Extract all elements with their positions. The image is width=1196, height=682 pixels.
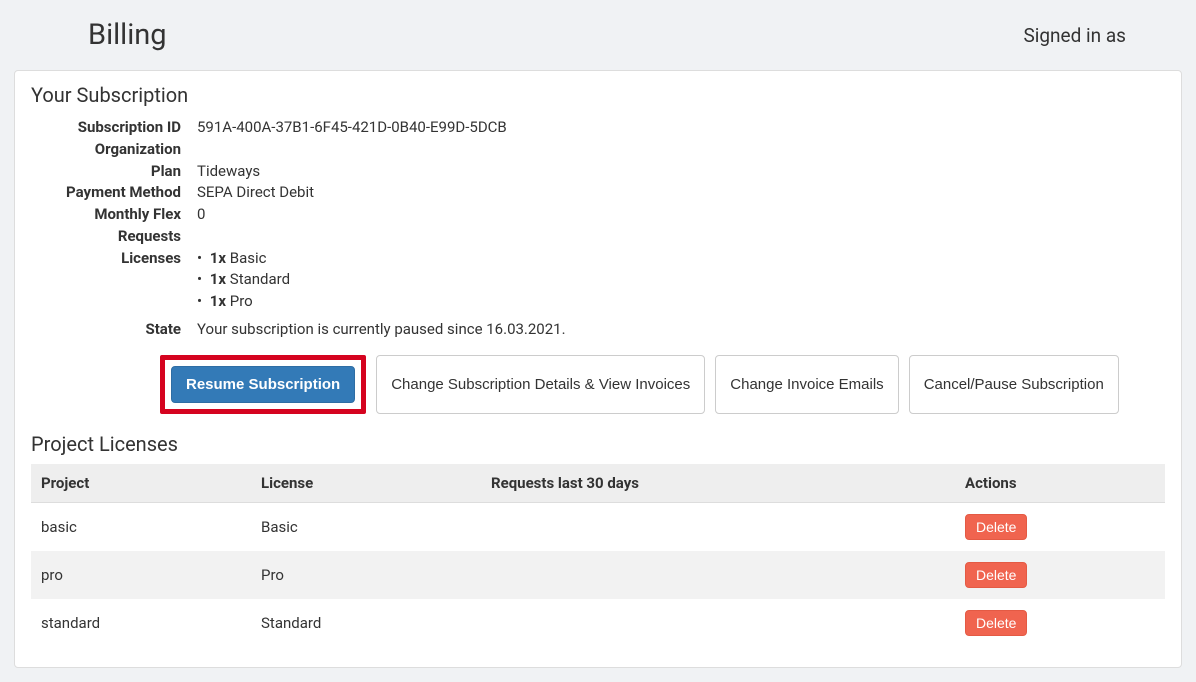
- col-actions: Actions: [955, 464, 1165, 503]
- license-item: 1x Pro: [197, 291, 1165, 313]
- cell-project: basic: [31, 502, 251, 551]
- label-state: State: [31, 319, 197, 341]
- project-licenses-table: Project License Requests last 30 days Ac…: [31, 464, 1165, 647]
- license-qty: 1x: [210, 270, 226, 288]
- cell-requests: [481, 551, 955, 599]
- cell-license: Pro: [251, 551, 481, 599]
- label-organization: Organization: [31, 139, 197, 161]
- subscription-actions: Resume Subscription Change Subscription …: [171, 355, 1165, 414]
- license-item: 1x Standard: [197, 269, 1165, 291]
- licenses-list: 1x Basic 1x Standard 1x Pro: [197, 248, 1165, 313]
- col-license: License: [251, 464, 481, 503]
- label-plan: Plan: [31, 161, 197, 183]
- resume-highlight: Resume Subscription: [160, 355, 366, 414]
- col-project: Project: [31, 464, 251, 503]
- license-qty: 1x: [210, 292, 226, 310]
- signed-in-label: Signed in as: [1023, 24, 1126, 47]
- delete-button[interactable]: Delete: [965, 514, 1027, 540]
- table-row: pro Pro Delete: [31, 551, 1165, 599]
- value-payment-method: SEPA Direct Debit: [197, 182, 1165, 204]
- value-state: Your subscription is currently paused si…: [197, 319, 1165, 341]
- cell-project: pro: [31, 551, 251, 599]
- subscription-meta: Subscription ID 591A-400A-37B1-6F45-421D…: [31, 117, 1165, 341]
- subscription-panel: Your Subscription Subscription ID 591A-4…: [14, 70, 1182, 668]
- cell-requests: [481, 502, 955, 551]
- license-item: 1x Basic: [197, 248, 1165, 270]
- subscription-section-title: Your Subscription: [31, 83, 1165, 107]
- license-qty: 1x: [210, 249, 226, 267]
- label-licenses: Licenses: [31, 248, 197, 270]
- license-name: Pro: [230, 292, 253, 310]
- table-row: basic Basic Delete: [31, 502, 1165, 551]
- change-subscription-details-button[interactable]: Change Subscription Details & View Invoi…: [376, 355, 705, 414]
- cell-project: standard: [31, 599, 251, 647]
- resume-subscription-button[interactable]: Resume Subscription: [171, 366, 355, 403]
- license-name: Basic: [230, 249, 267, 267]
- col-requests: Requests last 30 days: [481, 464, 955, 503]
- value-subscription-id: 591A-400A-37B1-6F45-421D-0B40-E99D-5DCB: [197, 117, 1165, 139]
- delete-button[interactable]: Delete: [965, 562, 1027, 588]
- cell-requests: [481, 599, 955, 647]
- page-title: Billing: [88, 18, 167, 52]
- delete-button[interactable]: Delete: [965, 610, 1027, 636]
- label-monthly-flex: Monthly Flex Requests: [31, 204, 197, 248]
- cancel-pause-subscription-button[interactable]: Cancel/Pause Subscription: [909, 355, 1119, 414]
- cell-license: Standard: [251, 599, 481, 647]
- cell-license: Basic: [251, 502, 481, 551]
- table-row: standard Standard Delete: [31, 599, 1165, 647]
- project-licenses-title: Project Licenses: [31, 432, 1165, 456]
- value-monthly-flex: 0: [197, 204, 1165, 226]
- label-payment-method: Payment Method: [31, 182, 197, 204]
- license-name: Standard: [230, 270, 290, 288]
- change-invoice-emails-button[interactable]: Change Invoice Emails: [715, 355, 898, 414]
- label-subscription-id: Subscription ID: [31, 117, 197, 139]
- value-plan: Tideways: [197, 161, 1165, 183]
